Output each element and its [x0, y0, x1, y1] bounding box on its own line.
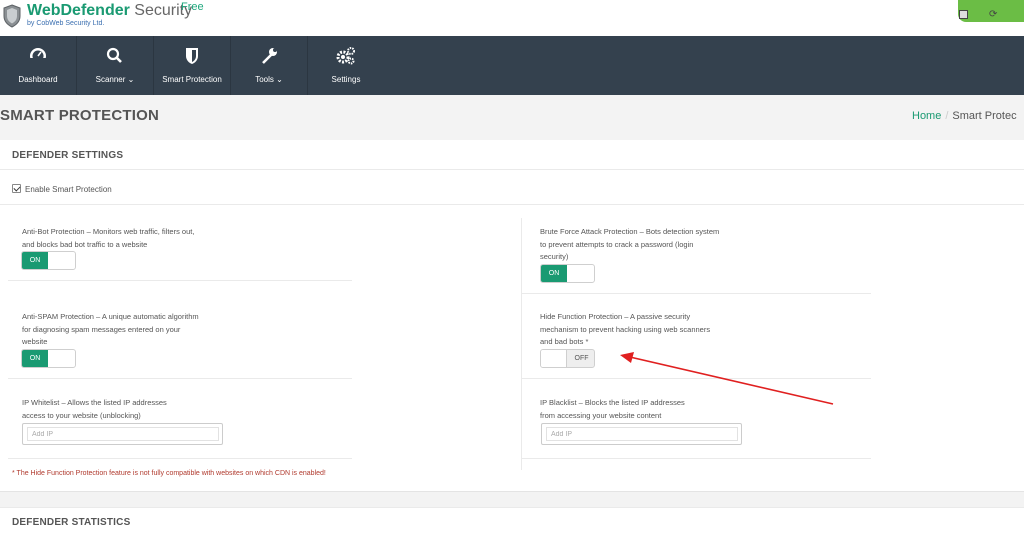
nav-tools-label: Tools ⌄ [255, 75, 283, 84]
enable-smart-protection-row[interactable]: Enable Smart Protection [12, 184, 112, 194]
bruteforce-description: Brute Force Attack Protection – Bots det… [540, 227, 720, 261]
column-divider [521, 218, 522, 470]
toggle-off-label: OFF [574, 355, 589, 362]
panel-title: DEFENDER STATISTICS [12, 517, 131, 528]
brand-free-badge: Free [181, 1, 204, 13]
defender-settings-panel: DEFENDER SETTINGS Enable Smart Protectio… [0, 140, 1024, 492]
breadcrumb: Home / Smart Protec [912, 110, 1017, 122]
nav-settings-label: Settings [331, 75, 361, 84]
main-navbar: Dashboard Scanner ⌄ Smart Protection Too… [0, 36, 1024, 95]
wrench-icon [262, 48, 277, 64]
panel-header: DEFENDER SETTINGS [0, 140, 1024, 170]
whitelist-description: IP Whitelist – Allows the listed IP addr… [22, 398, 167, 420]
brand-subtitle: by CobWeb Security Ltd. [27, 20, 105, 27]
antispam-toggle[interactable]: ON [21, 349, 76, 368]
hidefunc-toggle[interactable]: OFF [540, 349, 595, 368]
webdefender-logo-icon [3, 4, 21, 28]
breadcrumb-current: Smart Protec [952, 110, 1017, 122]
top-header: WebDefender Security Free by CobWeb Secu… [0, 0, 1024, 36]
toggle-knob [541, 350, 567, 367]
divider [8, 378, 352, 379]
blacklist-description: IP Blacklist – Blocks the listed IP addr… [540, 398, 685, 420]
nav-tools[interactable]: Tools ⌄ [231, 36, 307, 95]
screen-icon[interactable] [959, 10, 968, 19]
bruteforce-toggle[interactable]: ON [540, 264, 595, 283]
nav-settings[interactable]: Settings [308, 36, 384, 95]
toggle-on-label: ON [22, 350, 48, 367]
hidefunc-asterisk: * [585, 337, 589, 346]
breadcrumb-separator: / [945, 110, 949, 122]
nav-scanner[interactable]: Scanner ⌄ [77, 36, 153, 95]
nav-dashboard[interactable]: Dashboard [0, 36, 76, 95]
blacklist-input-wrapper [541, 423, 742, 445]
divider [522, 378, 871, 379]
enable-smart-protection-checkbox[interactable] [12, 184, 21, 193]
nav-smart-protection[interactable]: Smart Protection [154, 36, 230, 95]
divider [8, 280, 352, 281]
refresh-icon[interactable]: ⟳ [989, 9, 997, 20]
page-title: SMART PROTECTION [0, 107, 160, 124]
gears-icon [336, 47, 355, 65]
blacklist-ip-input[interactable] [546, 427, 738, 441]
dashboard-gauge-icon [30, 48, 46, 64]
enable-smart-protection-label: Enable Smart Protection [25, 185, 112, 194]
breadcrumb-home-link[interactable]: Home [912, 110, 941, 122]
cdn-compatibility-note: * The Hide Function Protection feature i… [12, 470, 326, 477]
panel-title: DEFENDER SETTINGS [12, 150, 124, 161]
nav-scanner-label: Scanner ⌄ [95, 75, 135, 84]
whitelist-input-wrapper [22, 423, 223, 445]
nav-dashboard-label: Dashboard [18, 75, 58, 84]
divider [522, 458, 871, 459]
toggle-on-label: ON [541, 265, 567, 282]
antibot-toggle[interactable]: ON [21, 251, 76, 270]
divider [522, 293, 871, 294]
antispam-description: Anti-SPAM Protection – A unique automati… [22, 312, 199, 346]
hidefunc-description: Hide Function Protection – A passive sec… [540, 312, 711, 346]
nav-smart-protection-label: Smart Protection [162, 75, 222, 84]
defender-statistics-panel: DEFENDER STATISTICS [0, 507, 1024, 536]
search-icon [106, 47, 122, 63]
divider [0, 204, 1024, 205]
divider [8, 458, 352, 459]
whitelist-ip-input[interactable] [27, 427, 219, 441]
shield-icon [186, 48, 198, 64]
brand-name[interactable]: WebDefender Security [27, 2, 192, 20]
toggle-on-label: ON [22, 252, 48, 269]
antibot-description: Anti-Bot Protection – Monitors web traff… [22, 227, 195, 249]
